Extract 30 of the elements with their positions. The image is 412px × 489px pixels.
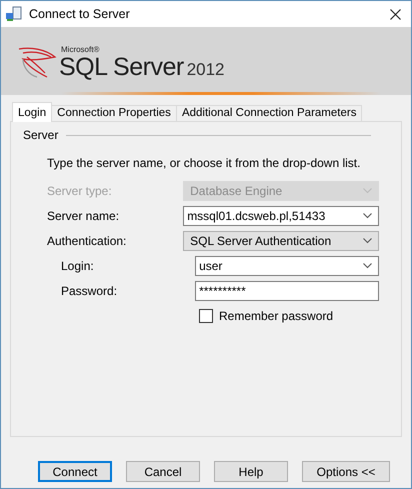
tab[interactable]: Additional Connection Parameters xyxy=(176,105,362,121)
product-name: SQL Server xyxy=(59,54,184,80)
input-field[interactable]: ********** xyxy=(195,281,379,301)
dropdown-field[interactable]: user xyxy=(195,256,379,276)
dialog-button[interactable]: Options << xyxy=(302,461,390,482)
server-icon xyxy=(5,6,23,22)
dialog-button[interactable]: Connect xyxy=(38,461,112,482)
dropdown-field[interactable]: SQL Server Authentication xyxy=(183,231,379,251)
field-label: Authentication: xyxy=(47,234,128,248)
dialog-button[interactable]: Cancel xyxy=(126,461,200,482)
field-label: Server type: xyxy=(47,184,113,198)
checkbox-label[interactable]: Remember password xyxy=(219,309,334,323)
field-label: Login: xyxy=(60,259,95,273)
field-label: Server name: xyxy=(47,209,120,223)
dialog-button[interactable]: Help xyxy=(214,461,288,482)
dropdown-field[interactable]: mssql01.dcsweb.pl,51433 xyxy=(183,206,379,226)
tab[interactable]: Login xyxy=(12,102,52,122)
checkbox[interactable] xyxy=(199,309,213,323)
field-label: Password: xyxy=(60,284,118,298)
chevron-icon xyxy=(363,213,372,219)
chevron-icon xyxy=(363,188,372,194)
group-title: Server xyxy=(23,128,58,142)
window-title: Connect to Server xyxy=(29,7,131,21)
tab[interactable]: Connection Properties xyxy=(51,105,177,121)
close-icon[interactable] xyxy=(390,8,401,20)
chevron-icon xyxy=(363,238,372,244)
product-version: 2012 xyxy=(186,60,225,80)
instruction-text: Type the server name, or choose it from the drop-down list. xyxy=(47,156,362,170)
chevron-icon xyxy=(363,263,372,269)
brand-text: Microsoft® xyxy=(61,46,100,54)
